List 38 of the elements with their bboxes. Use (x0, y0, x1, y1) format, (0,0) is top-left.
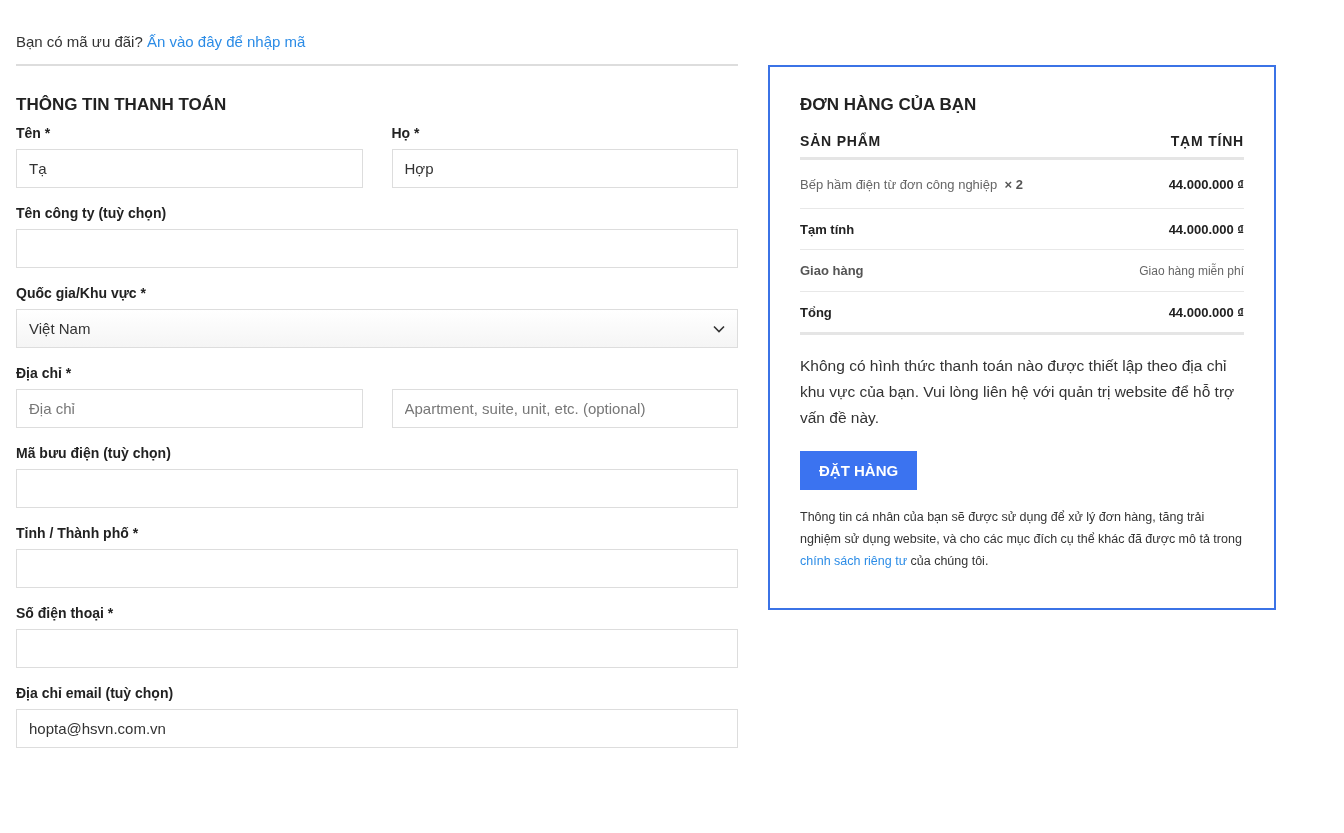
coupon-text: Bạn có mã ưu đãi? Ấn vào đây để nhập mã (16, 32, 307, 52)
privacy-link[interactable]: chính sách riêng tư (800, 554, 908, 568)
row-amount: 44.000.000 ₫ (1168, 304, 1244, 320)
row-amount: 44.000.000 ₫ (1168, 221, 1244, 237)
privacy-text: Thông tin cá nhân của bạn sẽ được sử dụng để xử lý đơn hàng, tăng trải nghiệm sử dụng website, và cho các mục đích cụ thể khác đã được mô tả trong chính sách riêng tư của chúng tôi. (800, 509, 1243, 570)
row-label: Tạm tính (800, 221, 855, 237)
notice-text: Không có hình thức thanh toán nào được thiết lập theo địa chỉ khu vực của bạn. Vui lòng liên hệ với quản trị website để hỗ trợ vấn đề này. (800, 356, 1236, 428)
row-amount: 44.000.000 ₫ (1168, 176, 1244, 192)
field-label: Tỉnh / Thành phố * (16, 525, 140, 542)
section-heading: THÔNG TIN THANH TOÁN (16, 95, 228, 115)
place-order-button[interactable]: ĐẶT HÀNG (800, 451, 918, 490)
input-field[interactable] (16, 549, 738, 588)
input-field[interactable] (16, 629, 738, 668)
input-field[interactable]: Apartment, suite, unit, etc. (optional) (391, 389, 738, 428)
row-label: Giao hàng (800, 262, 864, 280)
input-field[interactable]: Địa chỉ (16, 389, 363, 428)
input-field[interactable]: Tạ (16, 149, 363, 188)
country-select[interactable]: Việt Nam (16, 309, 738, 348)
order-heading: ĐƠN HÀNG CỦA BẠN (800, 95, 978, 115)
field-label: Địa chỉ * (16, 365, 73, 382)
input-field[interactable]: Hợp (391, 149, 738, 188)
field-label: Tên công ty (tuỳ chọn) (16, 205, 168, 222)
input-field[interactable] (16, 469, 738, 508)
field-label: Quốc gia/Khu vực * (16, 285, 147, 302)
column-header: TẠM TÍNH (1170, 133, 1244, 149)
field-label: Tên * (16, 125, 52, 142)
coupon-link[interactable]: Ấn vào đây để nhập mã (146, 33, 306, 50)
field-label: Họ * (391, 125, 421, 142)
row-label: Bếp hầm điện từ đơn công nghiệp × 2 (800, 176, 1023, 192)
chevron-down-icon (713, 324, 725, 333)
input-field[interactable] (16, 229, 738, 268)
input-field[interactable]: hopta@hsvn.com.vn (16, 709, 738, 748)
field-label: Số điện thoại * (16, 605, 115, 622)
field-label: Mã bưu điện (tuỳ chọn) (16, 445, 172, 462)
column-header: SẢN PHẨM (800, 133, 882, 149)
row-amount: Giao hàng miễn phí (1139, 263, 1244, 278)
row-label: Tổng (800, 304, 832, 320)
field-label: Địa chỉ email (tuỳ chọn) (16, 685, 175, 702)
